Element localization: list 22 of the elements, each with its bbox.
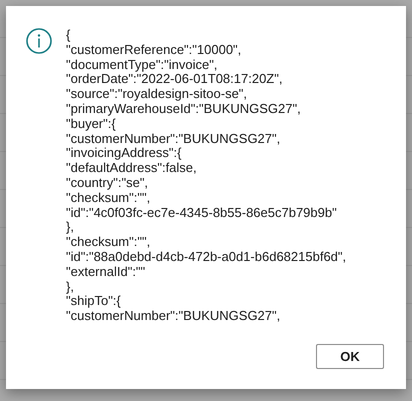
message-line: "source":"royaldesign-sitoo-se", [66, 87, 248, 102]
message-line: { [66, 28, 72, 43]
message-line: "customerNumber":"BUKUNGSG27", [66, 132, 282, 146]
message-line: "invoicingAddress":{ [66, 146, 182, 162]
message-line: "customerReference":"10000", [66, 42, 242, 58]
info-icon [26, 28, 52, 54]
message-line: "defaultAddress":false, [66, 161, 198, 176]
message-line: "customerNumber":"BUKUNGSG27", [66, 309, 282, 324]
message-line: "country":"se", [66, 176, 150, 191]
message-line: "documentType":"invoice", [66, 58, 218, 72]
message-line: "shipTo":{ [66, 294, 122, 310]
message-line: }, [66, 280, 75, 294]
message-line: "primaryWarehouseId":"BUKUNGSG27", [66, 102, 302, 117]
message-line: "checksum":"", [66, 235, 152, 250]
ok-button[interactable]: OK [316, 344, 384, 369]
message-line: "orderDate":"2022-06-01T08:17:20Z", [66, 72, 284, 88]
message-line: "id":"88a0debd-d4cb-472b-a0d1-b6d68215bf6d", [66, 250, 346, 265]
message-line: "buyer":{ [66, 116, 116, 132]
message-line: "checksum":"", [66, 190, 152, 206]
message-line: "id":"4c0f03fc-ec7e-4345-8b55-86e5c7b79b9b" [66, 206, 338, 220]
message-line: "externalId":"" [66, 264, 146, 280]
message-line: }, [66, 220, 75, 236]
